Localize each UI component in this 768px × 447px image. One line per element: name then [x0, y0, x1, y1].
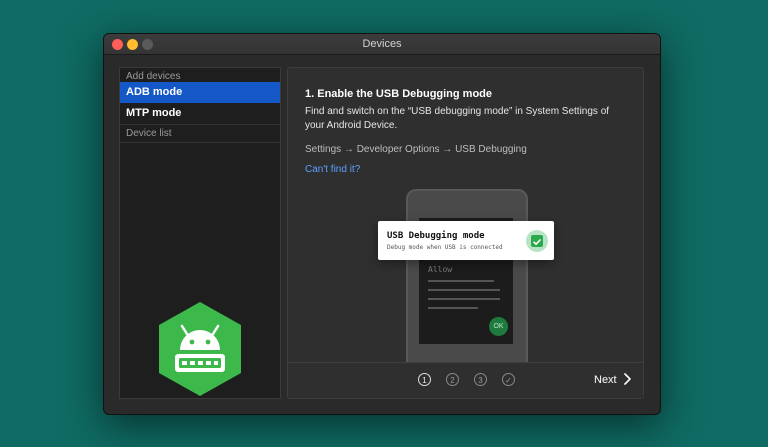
chevron-right-icon[interactable] [623, 372, 632, 386]
phone-text-line [428, 280, 494, 282]
toggle-checked-icon [526, 230, 548, 252]
toast-subtitle: Debug mode when USB is connected [387, 244, 503, 251]
main-panel: 1. Enable the USB Debugging mode Find an… [287, 67, 644, 399]
step-indicator-1: 1 [418, 373, 431, 386]
title-bar: Devices [104, 34, 660, 55]
phone-text-line [428, 289, 500, 291]
sidebar-item-mtp-mode[interactable]: MTP mode [120, 103, 280, 125]
devices-window: Devices Add devices ADB mode MTP mode De… [103, 33, 661, 415]
phone-allow-text: Allow [428, 265, 453, 274]
step-indicator-2: 2 [446, 373, 459, 386]
sidebar-item-adb-mode[interactable]: ADB mode [120, 82, 280, 103]
step-heading: 1. Enable the USB Debugging mode [305, 88, 493, 100]
step-indicator-done: ✓ [502, 373, 515, 386]
step-indicator-3: 3 [474, 373, 487, 386]
android-usb-logo-icon [159, 302, 241, 396]
step-description: Find and switch on the “USB debugging mo… [305, 106, 610, 131]
settings-path: Settings → Developer Options → USB Debug… [305, 144, 527, 155]
cant-find-it-link[interactable]: Can't find it? [305, 164, 360, 175]
sidebar-section-add-devices: Add devices [126, 71, 181, 82]
usb-debugging-toast: USB Debugging mode Debug mode when USB i… [378, 221, 554, 260]
next-button[interactable]: Next [594, 374, 617, 386]
wizard-footer: 1 2 3 ✓ Next [288, 362, 643, 398]
toast-title: USB Debugging mode [387, 231, 485, 241]
phone-text-line [428, 307, 478, 309]
phone-text-line [428, 298, 500, 300]
sidebar-section-device-list: Device list [120, 125, 280, 143]
sidebar: Add devices ADB mode MTP mode Device lis… [119, 67, 281, 399]
window-title: Devices [362, 38, 402, 50]
phone-ok-button: OK [489, 317, 508, 336]
